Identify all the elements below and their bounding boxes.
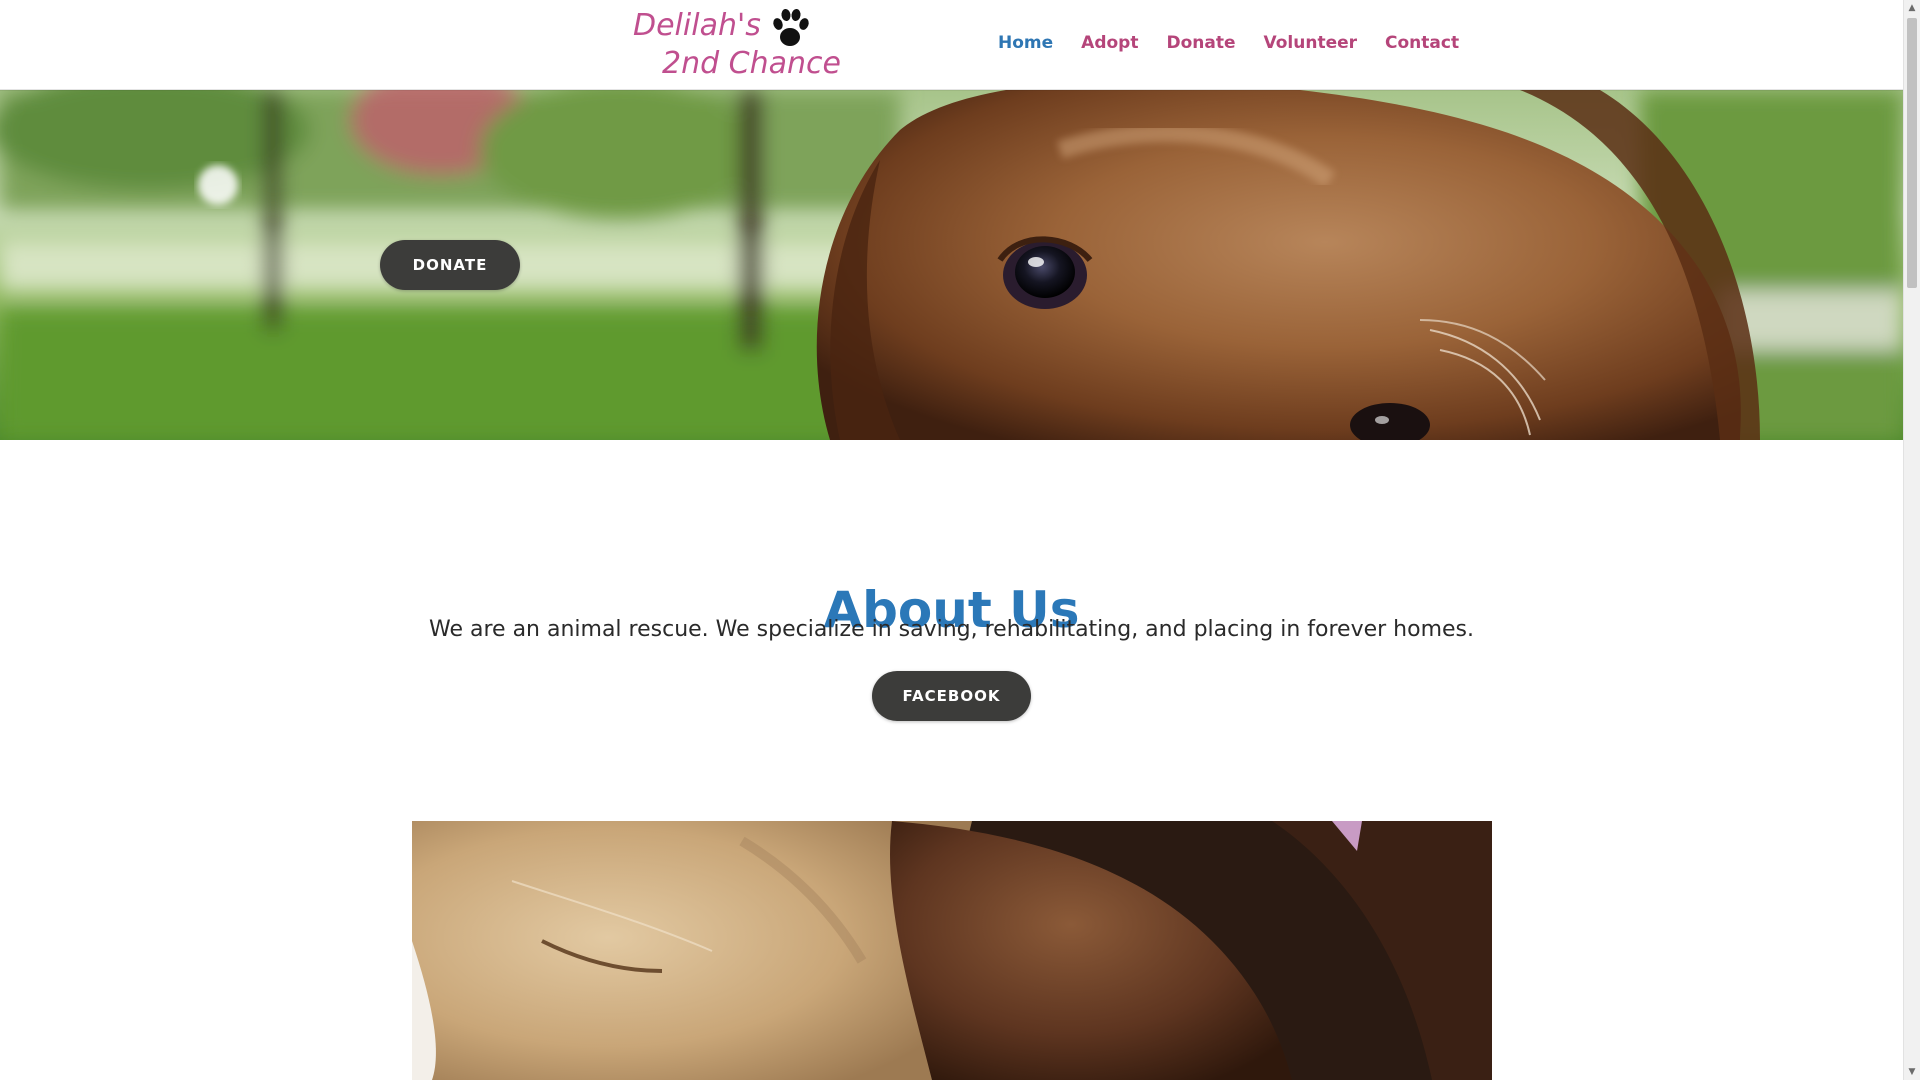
nav-contact[interactable]: Contact [1385,33,1459,53]
paw-print-icon [773,9,809,46]
chevron-down-icon[interactable]: ▼ [1904,1064,1920,1080]
browser-page: Delilah's 2nd Chance Home Adopt Donate V… [0,0,1920,1080]
page-scrollbar[interactable]: ▲ ▼ [1903,0,1920,1080]
nav-donate[interactable]: Donate [1166,33,1235,53]
scrollbar-thumb[interactable] [1907,18,1917,288]
about-description: We are an animal rescue. We specialize i… [429,617,1474,642]
puppies-image [412,821,1492,1080]
site-logo[interactable]: Delilah's 2nd Chance [630,2,841,84]
hero-banner: DONATE [0,90,1903,440]
facebook-button[interactable]: FACEBOOK [872,671,1031,721]
main-nav: Home Adopt Donate Volunteer Contact [998,33,1487,53]
nav-home[interactable]: Home [998,33,1053,53]
logo-text-line1: Delilah's [633,8,761,43]
nav-adopt[interactable]: Adopt [1081,33,1138,53]
chevron-up-icon[interactable]: ▲ [1904,0,1920,16]
puppies-photo [412,821,1492,1080]
site-header: Delilah's 2nd Chance Home Adopt Donate V… [0,0,1903,90]
nav-volunteer[interactable]: Volunteer [1264,33,1358,53]
logo-text-line2: 2nd Chance [662,46,841,81]
page-viewport: Delilah's 2nd Chance Home Adopt Donate V… [0,0,1903,1080]
hero-donate-button[interactable]: DONATE [380,240,520,290]
hero-dog-image [0,90,1903,440]
